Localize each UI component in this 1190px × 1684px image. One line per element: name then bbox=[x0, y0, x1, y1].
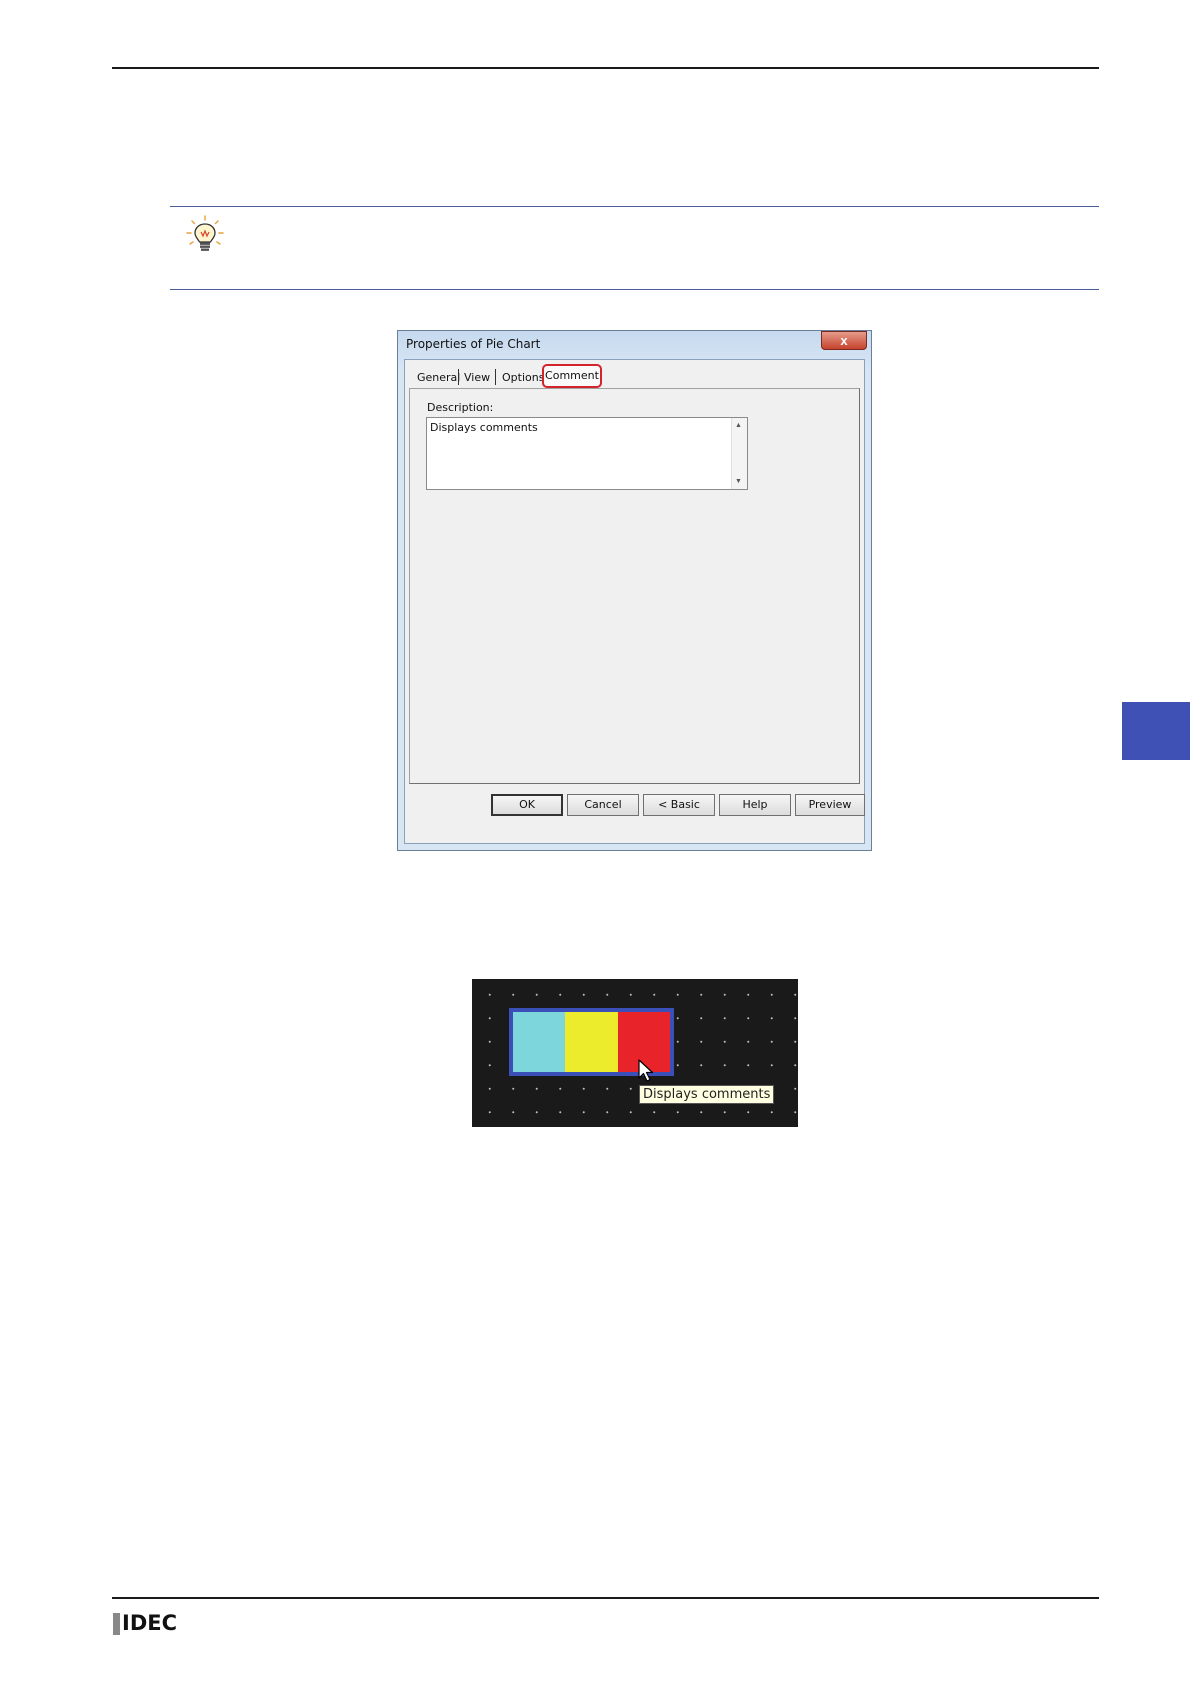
tip-box bbox=[170, 206, 1099, 290]
basic-button[interactable]: < Basic bbox=[643, 794, 715, 816]
lightbulb-icon bbox=[186, 215, 224, 251]
close-icon: x bbox=[840, 333, 848, 348]
segment-cyan bbox=[513, 1012, 566, 1072]
logo-text: IDEC bbox=[122, 1611, 178, 1635]
logo-mark bbox=[113, 1613, 120, 1635]
chapter-side-tab bbox=[1122, 702, 1190, 760]
description-scrollbar[interactable]: ▲ ▼ bbox=[731, 418, 747, 489]
cancel-button[interactable]: Cancel bbox=[567, 794, 639, 816]
ok-button[interactable]: OK bbox=[491, 794, 563, 816]
preview-screen: Displays comments bbox=[472, 979, 798, 1127]
dialog-title: Properties of Pie Chart bbox=[406, 337, 541, 351]
scroll-down-icon[interactable]: ▼ bbox=[735, 478, 742, 485]
description-label: Description: bbox=[427, 401, 494, 414]
preview-button[interactable]: Preview bbox=[795, 794, 865, 816]
bottom-rule bbox=[112, 1597, 1099, 1599]
description-textarea[interactable]: Displays comments ▲ ▼ bbox=[426, 417, 748, 490]
comment-tooltip: Displays comments bbox=[639, 1085, 775, 1104]
tab-general[interactable]: General bbox=[417, 371, 460, 384]
top-rule bbox=[112, 67, 1099, 69]
segment-yellow bbox=[565, 1012, 618, 1072]
properties-dialog: Properties of Pie Chart x General View O… bbox=[397, 330, 872, 851]
comment-tab-panel: Description: Displays comments ▲ ▼ bbox=[409, 388, 860, 784]
tab-view[interactable]: View bbox=[464, 371, 490, 384]
mouse-pointer-icon bbox=[638, 1059, 654, 1082]
scroll-up-icon[interactable]: ▲ bbox=[735, 422, 742, 429]
close-button[interactable]: x bbox=[821, 331, 867, 350]
dialog-body: General View Options Comment Description… bbox=[404, 359, 865, 844]
tab-separator bbox=[458, 369, 459, 385]
idec-logo: IDEC bbox=[113, 1611, 183, 1635]
description-value: Displays comments bbox=[430, 421, 538, 434]
tab-separator bbox=[495, 369, 496, 385]
help-button[interactable]: Help bbox=[719, 794, 791, 816]
tab-comment[interactable]: Comment bbox=[542, 364, 602, 388]
tab-options[interactable]: Options bbox=[502, 371, 544, 384]
